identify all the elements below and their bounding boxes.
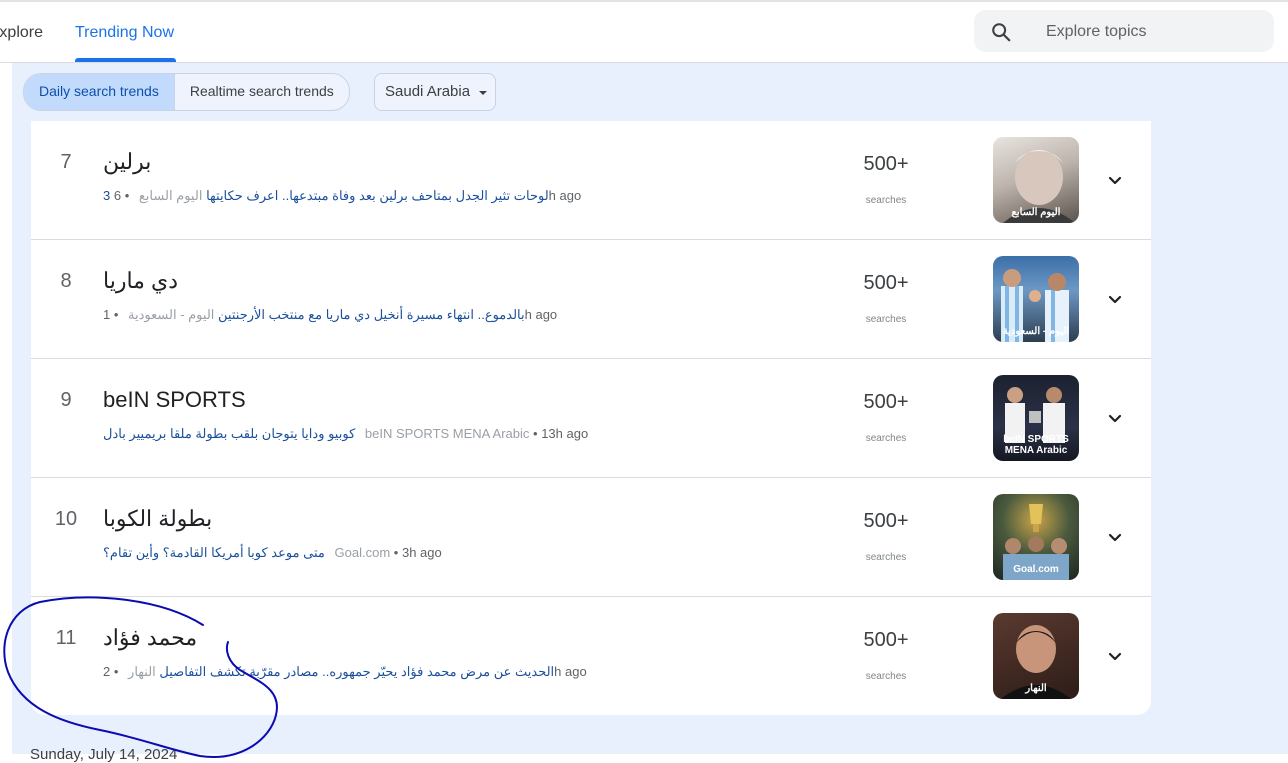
trend-title[interactable]: beIN SPORTS [103,387,246,413]
trend-title[interactable]: برلين [103,149,151,175]
article-source: Goal.com [334,545,391,560]
geo-select[interactable]: Saudi Arabia [374,73,496,111]
article-thumbnail[interactable]: اليوم السابع [993,137,1079,223]
search-count-label: searches [865,195,907,206]
article-source: beIN SPORTS MENA Arabic [364,426,530,441]
tab-explore[interactable]: Explore [0,24,43,42]
trend-type-toggle: Daily search trends Realtime search tren… [23,73,350,111]
thumbnail-source: اليوم السابع [1011,207,1061,218]
thumbnail-source: النهار [1025,683,1047,694]
caret-down-icon [479,91,487,95]
separator-dot: • [124,188,130,203]
trend-row[interactable]: 11 محمد فؤاد الحديث عن مرض محمد فؤاد يحي… [31,597,1151,715]
article-link[interactable]: كوبيو ودايا يتوجان بلقب بطولة ملقا بريمي… [103,426,355,441]
search-count: 500+ [863,153,909,175]
trend-row[interactable]: 7 برلين 3 لوحات تثير الجدل بمتاحف برلين … [31,121,1151,240]
trend-rank: 9 [60,389,72,411]
trend-rank: 7 [60,151,72,173]
tab-trending-now[interactable]: Trending Now [75,24,174,42]
article-source: اليوم السابع [138,188,203,203]
trend-meta: 3 لوحات تثير الجدل بمتاحف برلين بعد وفاة… [103,188,581,204]
article-thumbnail[interactable]: Goal.com [993,494,1079,580]
trend-title[interactable]: دي ماريا [103,268,178,294]
thumbnail-source: اليوم - السعودية [1002,326,1070,337]
separator-dot: • [393,545,399,560]
trends-list: 7 برلين 3 لوحات تثير الجدل بمتاحف برلين … [31,121,1151,715]
search-input[interactable]: Explore topics [1046,23,1147,41]
chevron-down-icon[interactable] [1103,169,1127,193]
trend-row[interactable]: 10 بطولة الكوبا متى موعد كوبا أمريكا الق… [31,478,1151,597]
trend-rank: 11 [55,627,77,649]
header: Explore Trending Now Explore topics [0,2,1288,63]
article-link[interactable]: الحديث عن مرض محمد فؤاد يحيّر جمهوره.. م… [159,664,554,679]
chevron-down-icon[interactable] [1103,645,1127,669]
article-source: النهار [128,664,156,679]
trend-title[interactable]: محمد فؤاد [103,625,197,651]
article-time: 13h ago [541,426,589,441]
trend-row[interactable]: 8 دي ماريا بالدموع.. انتهاء مسيرة أنخيل … [31,240,1151,359]
search-count: 500+ [863,391,909,413]
article-thumbnail[interactable]: beIN SPORTS MENA Arabic [993,375,1079,461]
trend-meta: بالدموع.. انتهاء مسيرة أنخيل دي ماريا مع… [103,307,557,323]
trend-rank: 10 [54,508,78,530]
search-count-label: searches [865,671,907,682]
search-count-label: searches [865,552,907,563]
trend-meta: الحديث عن مرض محمد فؤاد يحيّر جمهوره.. م… [103,664,587,680]
article-time: 3h ago [401,545,442,560]
article-source: اليوم - السعودية [128,307,215,322]
chevron-down-icon[interactable] [1103,288,1127,312]
search-count: 500+ [863,629,909,651]
search-count-label: searches [865,314,907,325]
next-date-heading: Sunday, July 14, 2024 [30,746,178,763]
search-count: 500+ [863,272,909,294]
search-icon [992,23,1011,42]
trend-row[interactable]: 9 beIN SPORTS كوبيو ودايا يتوجان بلقب بط… [31,359,1151,478]
separator-dot: • [113,664,119,679]
trend-title[interactable]: بطولة الكوبا [103,506,212,532]
trend-meta: متى موعد كوبا أمريكا القادمة؟ وأين تقام؟… [103,545,442,561]
chevron-down-icon[interactable] [1103,407,1127,431]
article-thumbnail[interactable]: اليوم - السعودية [993,256,1079,342]
daily-search-trends-button[interactable]: Daily search trends [24,74,174,110]
trend-rank: 8 [60,270,72,292]
thumbnail-source: Goal.com [1013,564,1059,575]
separator-dot: • [533,426,538,441]
search-count-label: searches [865,433,907,444]
chevron-down-icon[interactable] [1103,526,1127,550]
search-count: 500+ [863,510,909,532]
trend-meta: كوبيو ودايا يتوجان بلقب بطولة ملقا بريمي… [103,426,588,442]
realtime-search-trends-button[interactable]: Realtime search trends [173,74,349,110]
thumbnail-source: beIN SPORTS MENA Arabic [1003,434,1069,456]
separator-dot: • [113,307,119,322]
article-thumbnail[interactable]: النهار [993,613,1079,699]
active-tab-indicator [75,58,176,62]
article-link[interactable]: بالدموع.. انتهاء مسيرة أنخيل دي ماريا مع… [218,307,525,322]
article-link[interactable]: متى موعد كوبا أمريكا القادمة؟ وأين تقام؟ [103,545,325,560]
search-box[interactable]: Explore topics [974,10,1274,52]
geo-select-label: Saudi Arabia [385,83,471,100]
